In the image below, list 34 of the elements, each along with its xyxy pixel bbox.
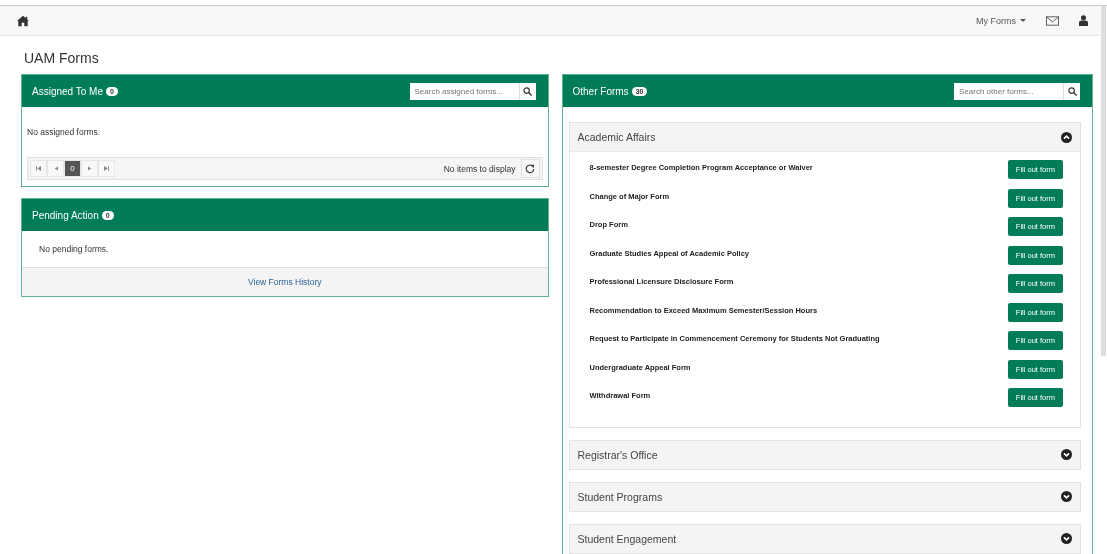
search-field[interactable]: Search other forms... — [954, 82, 1063, 100]
empty-message: No pending forms. — [38, 243, 110, 256]
first-page-button[interactable] — [30, 160, 47, 177]
page-title: UAM Forms — [24, 50, 100, 66]
my-forms-menu[interactable]: My Forms — [976, 15, 1026, 26]
category-header[interactable]: Academic Affairs — [569, 123, 1080, 151]
previous-page-icon — [53, 166, 58, 171]
search-icon[interactable] — [1067, 86, 1077, 96]
empty-message: No assigned forms. — [27, 127, 102, 137]
category-header[interactable]: Registrar's Office — [569, 440, 1080, 469]
home-icon[interactable] — [16, 14, 30, 27]
last-page-icon — [104, 166, 109, 171]
refresh-button[interactable] — [520, 159, 540, 178]
category-header[interactable]: Student Engagement — [569, 524, 1080, 553]
panel-title: Other Forms — [572, 85, 629, 97]
page-button[interactable]: 0 — [64, 160, 81, 177]
panel-title: Assigned To Me — [32, 85, 103, 97]
chevron-down-icon — [1061, 533, 1072, 544]
first-page-icon — [36, 166, 41, 171]
user-icon[interactable] — [1079, 15, 1088, 26]
panel-title: Pending Action — [32, 209, 99, 221]
search-icon[interactable] — [523, 86, 532, 96]
last-page-button[interactable] — [98, 160, 115, 177]
chevron-up-icon — [1061, 131, 1072, 143]
category-header[interactable]: Student Programs — [569, 482, 1080, 511]
next-page-icon — [87, 166, 92, 171]
chevron-down-icon — [1061, 491, 1072, 502]
search-field[interactable]: Search assigned forms... — [409, 82, 519, 100]
caret-icon — [1020, 19, 1026, 22]
pager-status: No items to display — [443, 163, 516, 174]
forms-history-link[interactable]: View Forms History — [248, 277, 322, 287]
chevron-down-icon — [1061, 449, 1072, 460]
refresh-icon — [525, 163, 535, 174]
envelope-icon[interactable] — [1046, 15, 1059, 26]
